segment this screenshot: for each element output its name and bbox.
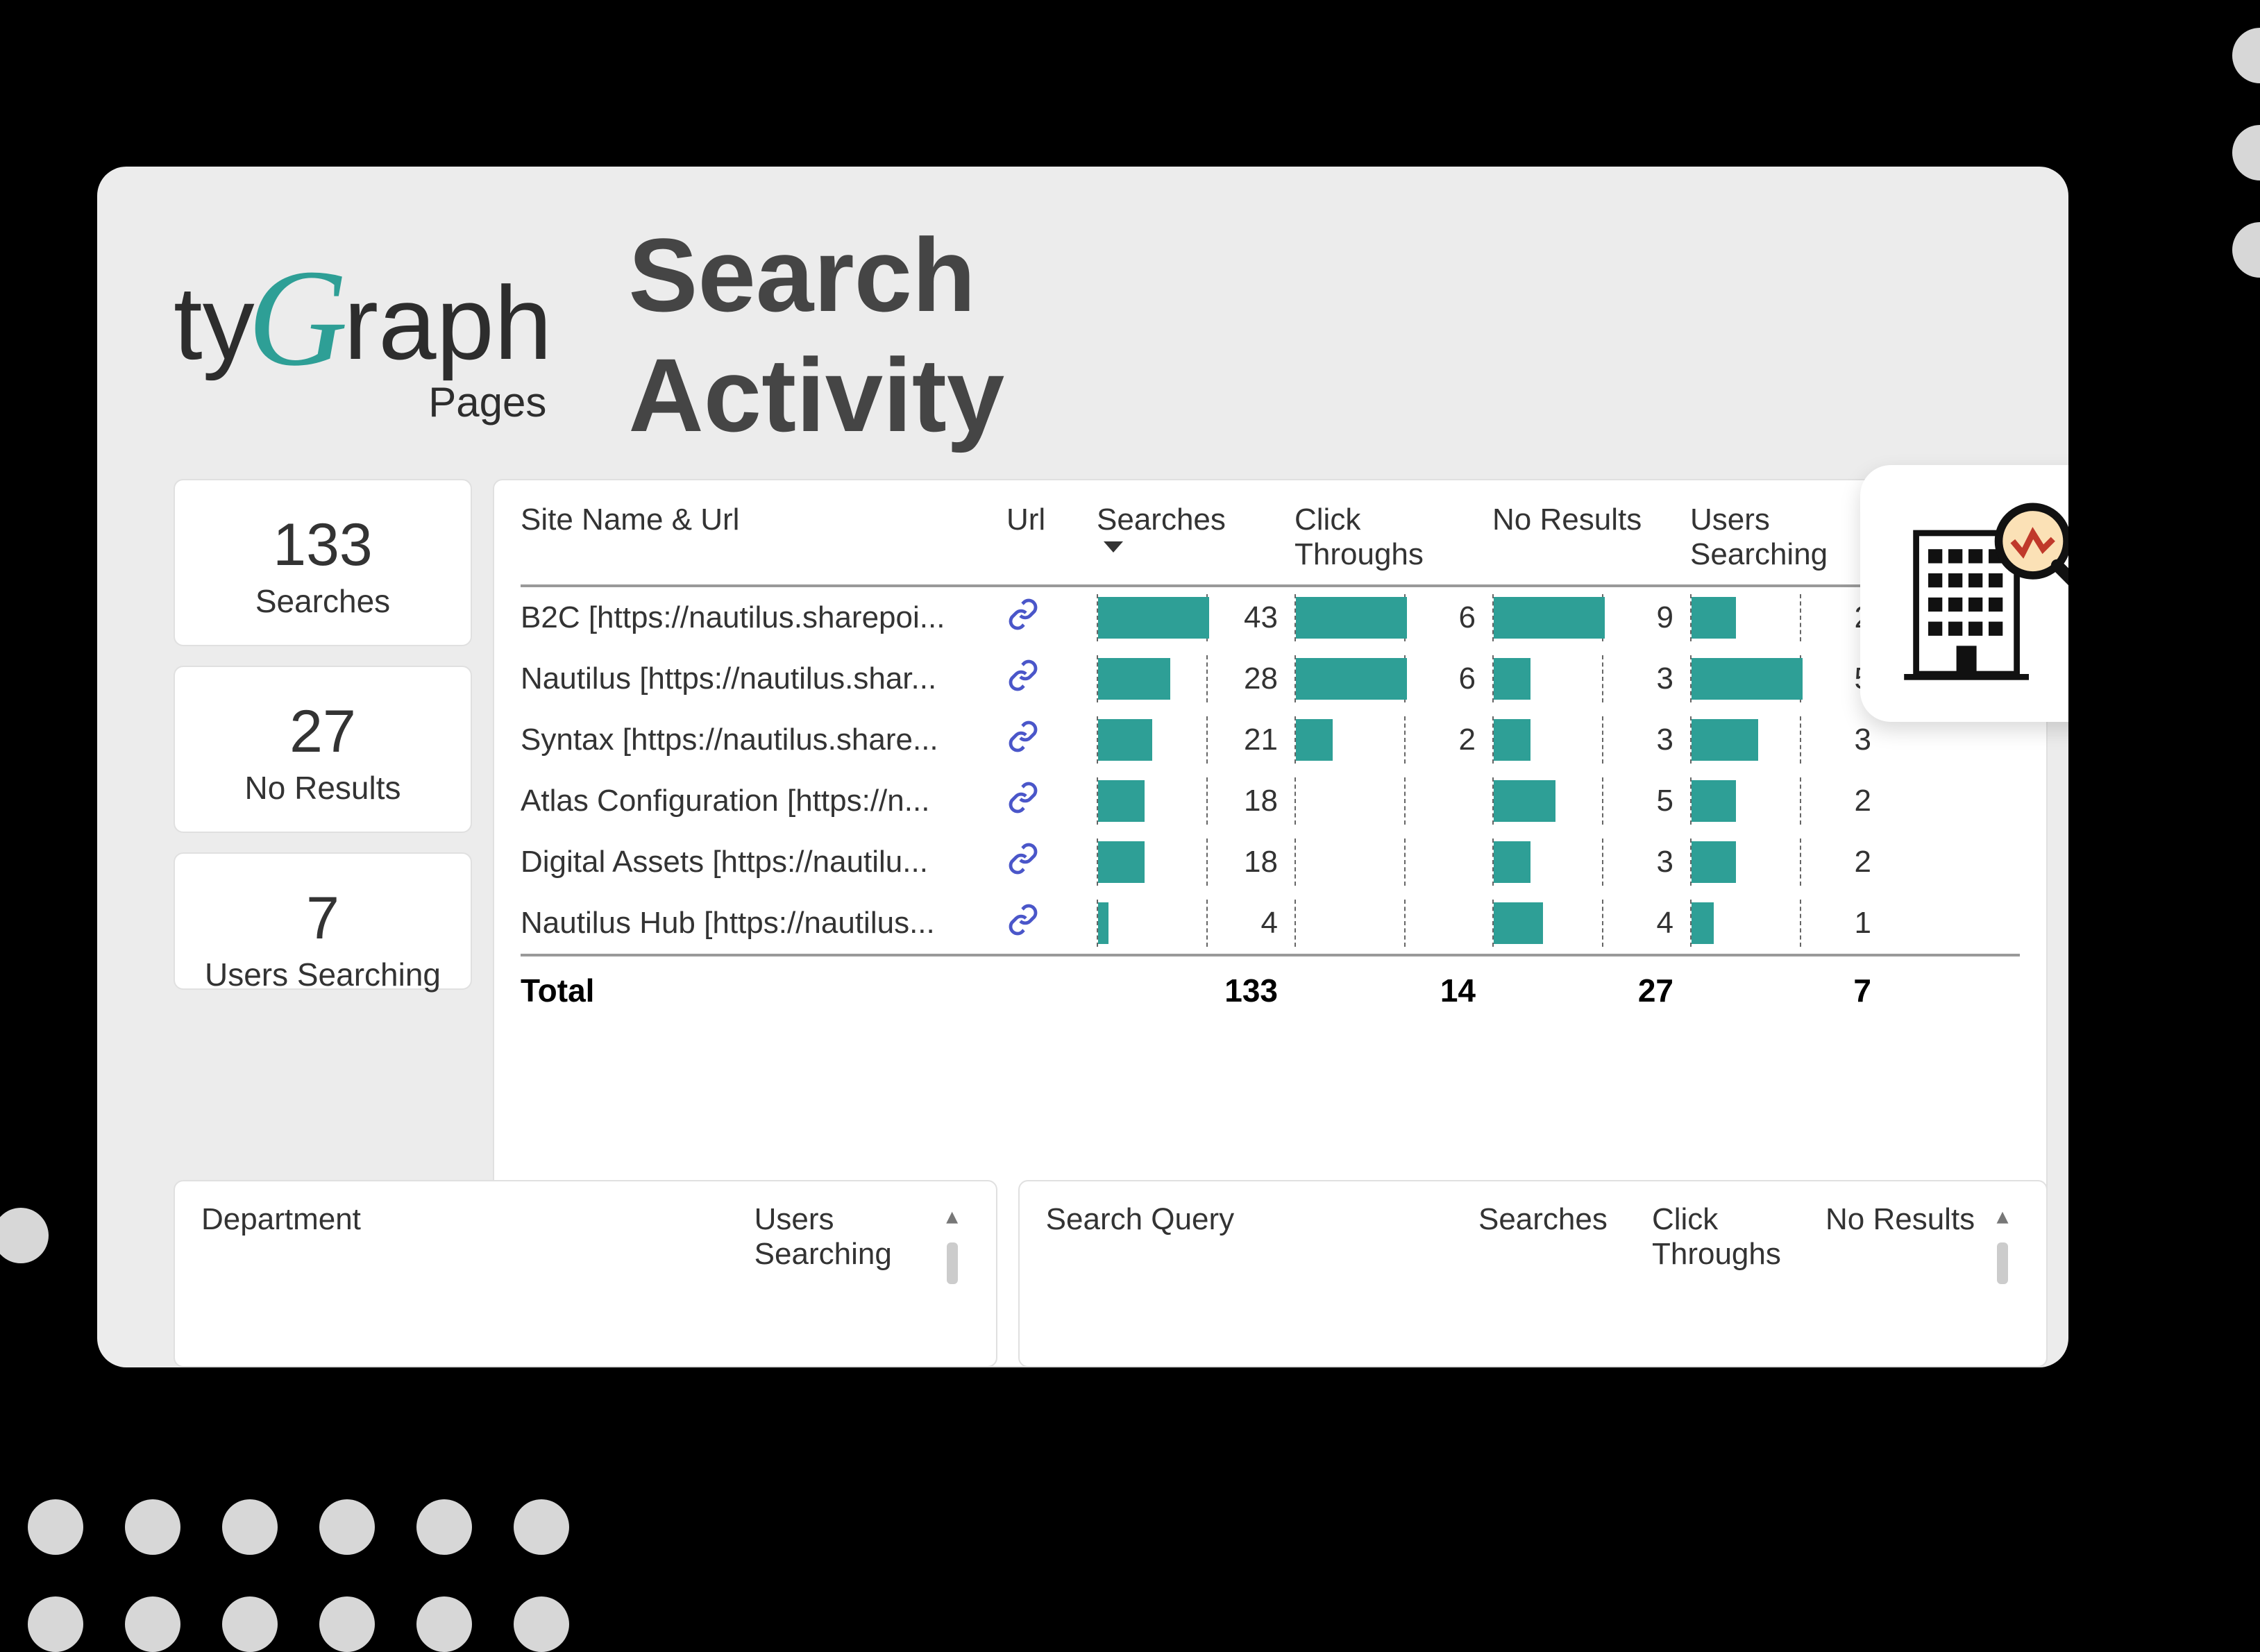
site-cell: Atlas Configuration [https://n...: [521, 784, 1006, 818]
url-link[interactable]: [1006, 781, 1097, 822]
bar-cell: 5: [1690, 655, 1888, 702]
link-icon: [1006, 903, 1040, 936]
dept-col-header[interactable]: Department: [201, 1202, 754, 1237]
col-site-header[interactable]: Site Name & Url: [521, 503, 1006, 537]
bar-cell: 4: [1097, 900, 1295, 947]
bar-cell: 3: [1492, 655, 1690, 702]
dept-users-header[interactable]: Users Searching: [754, 1202, 949, 1272]
sq-col-header[interactable]: Search Query: [1046, 1202, 1478, 1237]
bar-cell: 9: [1492, 594, 1690, 641]
bar-cell: 28: [1097, 655, 1295, 702]
logo: ty G raph Pages: [174, 244, 552, 426]
bar-cell: 2: [1295, 716, 1492, 764]
sq-clicks-header[interactable]: Click Throughs: [1652, 1202, 1825, 1272]
url-link[interactable]: [1006, 659, 1097, 700]
kpi-users-searching[interactable]: 7 Users Searching: [174, 852, 472, 990]
table-body: B2C [https://nautilus.sharepoi... 43 6 9…: [521, 584, 2020, 954]
site-cell: Syntax [https://nautilus.share...: [521, 723, 1006, 757]
bar-cell: [1295, 838, 1492, 886]
bar-cell: 3: [1690, 716, 1888, 764]
table-total-row: Total 133 14 27 7: [521, 954, 2020, 1025]
bar-cell: [1295, 777, 1492, 825]
col-searches-header[interactable]: Searches: [1097, 503, 1295, 537]
logo-text-left: ty: [174, 271, 255, 375]
logo-subtext: Pages: [428, 378, 546, 426]
url-link[interactable]: [1006, 903, 1097, 944]
site-cell: B2C [https://nautilus.sharepoi...: [521, 600, 1006, 635]
table-row[interactable]: Syntax [https://nautilus.share... 21 2 3…: [521, 709, 2020, 770]
bar-cell: 6: [1295, 594, 1492, 641]
table-row[interactable]: Digital Assets [https://nautilu... 18 3 …: [521, 832, 2020, 893]
total-nores: 27: [1492, 972, 1690, 1009]
kpi-label: Searches: [189, 582, 457, 620]
bar-cell: 18: [1097, 838, 1295, 886]
sq-scroll-icon[interactable]: [1999, 1202, 2020, 1284]
logo-text-right: raph: [344, 271, 552, 375]
table-header-row: Site Name & Url Url Searches Click Throu…: [521, 503, 2020, 584]
link-icon: [1006, 842, 1040, 875]
kpi-no-results[interactable]: 27 No Results: [174, 666, 472, 833]
bar-cell: 3: [1492, 838, 1690, 886]
site-cell: Nautilus [https://nautilus.shar...: [521, 661, 1006, 696]
total-searches: 133: [1097, 972, 1295, 1009]
bar-cell: 3: [1492, 716, 1690, 764]
sq-nores-header[interactable]: No Results: [1825, 1202, 1999, 1237]
total-users: 7: [1690, 972, 1888, 1009]
dashboard-card: ty G raph Pages Search Activity 133 Sear…: [97, 167, 2068, 1367]
url-link[interactable]: [1006, 720, 1097, 761]
url-link[interactable]: [1006, 842, 1097, 883]
logo-g-icon: G: [248, 249, 348, 388]
url-link[interactable]: [1006, 598, 1097, 639]
page-title: Search Activity: [628, 215, 1004, 455]
bar-cell: 18: [1097, 777, 1295, 825]
bar-cell: 1: [1690, 900, 1888, 947]
link-icon: [1006, 598, 1040, 631]
site-cell: Digital Assets [https://nautilu...: [521, 845, 1006, 879]
kpi-value: 27: [189, 698, 457, 766]
bar-cell: [1295, 900, 1492, 947]
bar-cell: 2: [1690, 777, 1888, 825]
department-panel[interactable]: Department Users Searching: [174, 1180, 997, 1367]
kpi-value: 133: [189, 511, 457, 580]
col-url-header[interactable]: Url: [1006, 503, 1097, 537]
col-nores-header[interactable]: No Results: [1492, 503, 1690, 537]
link-icon: [1006, 720, 1040, 753]
building-search-icon: [1888, 493, 2068, 694]
kpi-value: 7: [189, 884, 457, 953]
bar-cell: 2: [1690, 838, 1888, 886]
col-clicks-header[interactable]: Click Throughs: [1295, 503, 1492, 572]
table-row[interactable]: Atlas Configuration [https://n... 18 5 2: [521, 770, 2020, 832]
table-row[interactable]: B2C [https://nautilus.sharepoi... 43 6 9…: [521, 587, 2020, 648]
dept-scroll-icon[interactable]: [949, 1202, 970, 1284]
bar-cell: 5: [1492, 777, 1690, 825]
col-users-header[interactable]: Users Searching: [1690, 503, 1888, 572]
bar-cell: 4: [1492, 900, 1690, 947]
kpi-label: Users Searching: [189, 956, 457, 993]
site-cell: Nautilus Hub [https://nautilus...: [521, 906, 1006, 941]
link-icon: [1006, 659, 1040, 692]
kpi-searches[interactable]: 133 Searches: [174, 479, 472, 646]
total-clicks: 14: [1295, 972, 1492, 1009]
header: ty G raph Pages Search Activity: [97, 167, 2068, 489]
bar-cell: 2: [1690, 594, 1888, 641]
sq-searches-header[interactable]: Searches: [1478, 1202, 1652, 1237]
bar-cell: 21: [1097, 716, 1295, 764]
total-label: Total: [521, 972, 1006, 1009]
bar-cell: 6: [1295, 655, 1492, 702]
activity-icon-card: [1860, 465, 2068, 722]
search-query-panel[interactable]: Search Query Searches Click Throughs No …: [1018, 1180, 2048, 1367]
table-row[interactable]: Nautilus Hub [https://nautilus... 4 4 1: [521, 893, 2020, 954]
kpi-label: No Results: [189, 769, 457, 807]
table-row[interactable]: Nautilus [https://nautilus.shar... 28 6 …: [521, 648, 2020, 709]
bar-cell: 43: [1097, 594, 1295, 641]
link-icon: [1006, 781, 1040, 814]
